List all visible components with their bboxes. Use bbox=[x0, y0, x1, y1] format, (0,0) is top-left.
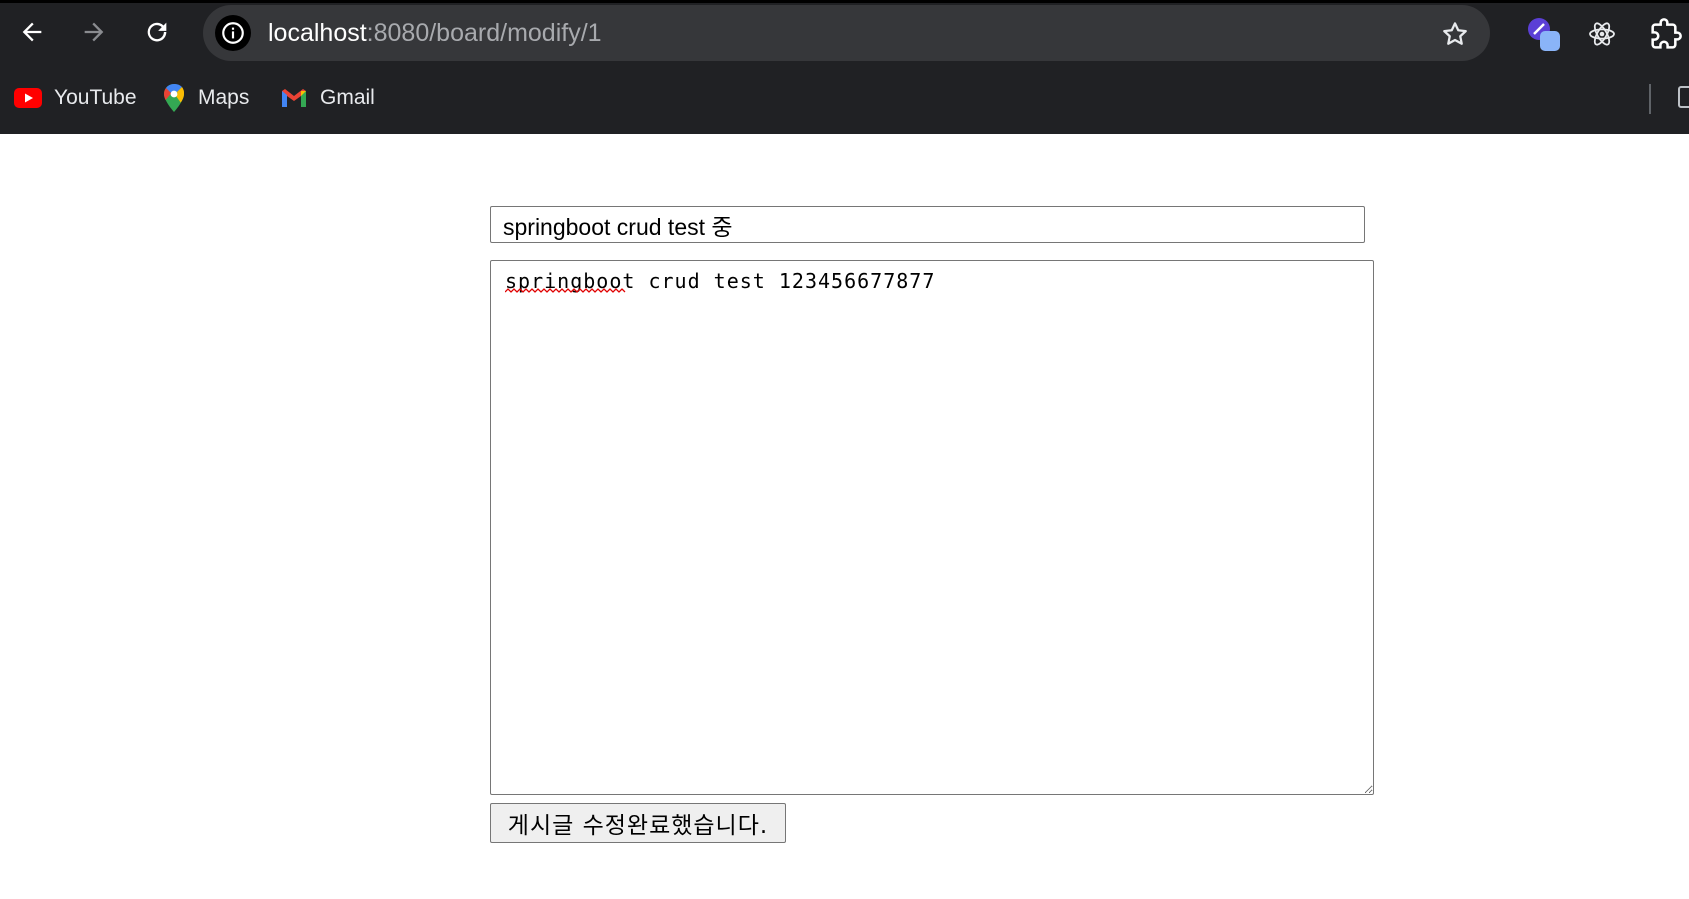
bookmark-youtube[interactable]: YouTube bbox=[14, 72, 137, 124]
back-button[interactable] bbox=[12, 12, 52, 52]
url-text[interactable]: localhost:8080/board/modify/1 bbox=[268, 5, 602, 61]
bookmark-gmail[interactable]: Gmail bbox=[280, 72, 375, 124]
reload-button[interactable] bbox=[137, 12, 177, 52]
url-host: localhost bbox=[268, 19, 367, 47]
bookmarks-bar: YouTube Maps Gmail bbox=[0, 72, 1689, 124]
bookmark-label: Maps bbox=[198, 86, 250, 109]
info-icon bbox=[222, 22, 244, 44]
youtube-icon bbox=[14, 88, 42, 108]
dev-extension-icon bbox=[1528, 18, 1560, 51]
maps-icon bbox=[164, 83, 185, 112]
react-devtools-button[interactable] bbox=[1582, 14, 1622, 54]
title-input[interactable] bbox=[490, 206, 1365, 243]
dev-extension-button[interactable] bbox=[1524, 14, 1564, 54]
url-path: :8080/board/modify/1 bbox=[366, 19, 602, 47]
back-arrow-icon bbox=[22, 22, 42, 42]
gmail-icon bbox=[282, 89, 306, 107]
extensions-puzzle-icon bbox=[1651, 18, 1682, 49]
forward-button[interactable] bbox=[74, 12, 114, 52]
extensions-button[interactable] bbox=[1646, 14, 1686, 54]
bookmark-maps[interactable]: Maps bbox=[162, 72, 249, 124]
spellcheck-underline bbox=[505, 288, 626, 293]
bookmark-label: Gmail bbox=[320, 86, 375, 109]
star-icon bbox=[1443, 22, 1467, 45]
address-bar[interactable]: localhost:8080/board/modify/1 bbox=[203, 5, 1490, 61]
bookmark-star-button[interactable] bbox=[1438, 17, 1472, 51]
bookmark-label: YouTube bbox=[54, 86, 137, 109]
bookmarks-divider bbox=[1649, 84, 1651, 114]
submit-button[interactable]: 게시글 수정완료했습니다. bbox=[490, 803, 786, 843]
reload-icon bbox=[147, 22, 167, 42]
forward-arrow-icon bbox=[84, 22, 104, 42]
site-info-button[interactable] bbox=[215, 15, 251, 51]
react-devtools-icon bbox=[1589, 22, 1615, 46]
browser-chrome: localhost:8080/board/modify/1 YouTube Ma… bbox=[0, 0, 1689, 134]
all-bookmarks-folder-icon[interactable] bbox=[1678, 86, 1689, 108]
content-textarea[interactable]: springboot crud test 123456677877 bbox=[490, 260, 1374, 795]
window-top-border bbox=[0, 0, 1689, 3]
